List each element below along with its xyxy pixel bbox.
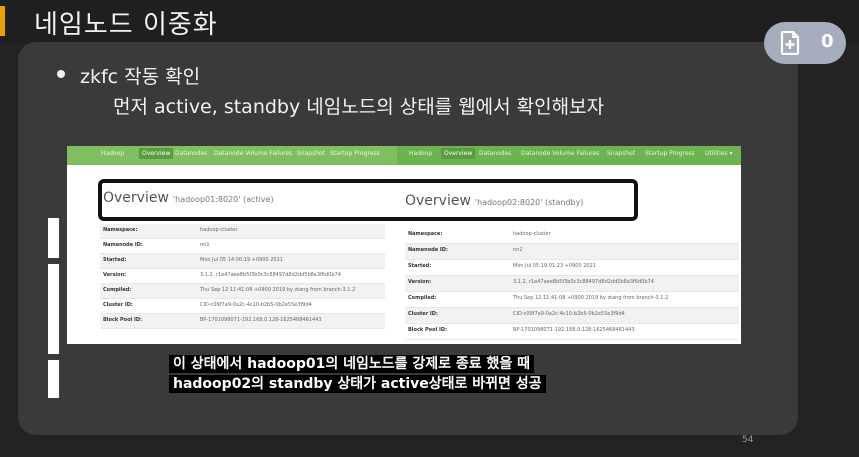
nav-snapshot: Snapshot xyxy=(297,150,326,157)
table-row: Compiled: Thu Sep 12 11:41:08 +0900 2019 … xyxy=(100,284,385,299)
table-row: Started: Mon Jul 05 14:00:19 +0900 2021 xyxy=(100,254,385,269)
row-value: hadoop-cluster xyxy=(513,231,551,237)
left-info-table: Namespace: hadoop-cluster Namenode ID: nn1… xyxy=(100,224,385,329)
nav-volume-failures: Datanode Volume Failures xyxy=(521,150,600,157)
table-row: Namespace: hadoop-cluster xyxy=(100,224,385,239)
row-value: Mon Jul 05 14:00:19 +0900 2021 xyxy=(200,257,283,263)
nav-overview: Overview xyxy=(139,148,174,159)
row-key: Compiled: xyxy=(103,287,132,293)
decorative-bar xyxy=(48,360,59,398)
row-value: Thu Sep 12 11:41:08 +0900 2019 by ztang … xyxy=(200,287,356,293)
nav-startup-progress: Startup Progress xyxy=(330,150,380,157)
slide-title: 네임노드 이중화 xyxy=(34,10,218,40)
table-row: Cluster ID: CID-c09f7a9-0a2c-4c10-b2b5-0b… xyxy=(100,299,385,314)
row-key: Namespace: xyxy=(408,231,443,237)
bullet-marker xyxy=(57,70,65,78)
hadoop-ui-screenshot: Hadoop Overview Datanodes Datanode Volum… xyxy=(67,146,741,344)
row-value: nn1 xyxy=(200,242,210,248)
table-row: Namenode ID: nn1 xyxy=(100,239,385,254)
nav-datanodes: Datanodes xyxy=(479,150,512,157)
nav-brand: Hadoop xyxy=(409,150,433,157)
row-value: nn2 xyxy=(513,247,523,253)
row-key: Cluster ID: xyxy=(103,302,133,308)
nav-volume-failures: Datanode Volume Failures xyxy=(214,150,293,157)
row-key: Version: xyxy=(103,272,127,278)
nav-datanodes: Datanodes xyxy=(175,150,208,157)
row-value: Mon Jul 05 19:01:23 +0900 2021 xyxy=(513,263,596,269)
table-row: Version: 3.1.2, r1e47aee8b5f3b0c3c88497d8… xyxy=(405,276,739,292)
table-row: Namespace: hadoop-cluster xyxy=(405,228,739,244)
right-info-table: Namespace: hadoop-cluster Namenode ID: nn2… xyxy=(405,228,739,340)
nav-utilities: Utilities ▾ xyxy=(705,150,733,157)
row-key: Started: xyxy=(103,257,127,263)
table-row: Block Pool ID: BP-1701098071-192.168.0.12… xyxy=(100,314,385,329)
row-key: Namenode ID: xyxy=(408,247,448,253)
table-row: Cluster ID: CID-c09f7a9-0a2c-4c10-b2b5-0b… xyxy=(405,308,739,324)
row-key: Namenode ID: xyxy=(103,242,143,248)
row-value: CID-c09f7a9-0a2c-4c10-b2b5-0b2e55e3f9d4 xyxy=(513,311,625,317)
row-value: 3.1.2, r1e47aee8b5f3b0c3c88497d8d2dd5b8a… xyxy=(200,272,341,278)
badge-count: 0 xyxy=(821,31,834,52)
table-row: Block Pool ID: BP-1701098071-192.168.0.12… xyxy=(405,324,739,340)
row-key: Started: xyxy=(408,263,432,269)
caption-line-2: hadoop02의 standby 상태가 active상태로 바뀌면 성공 xyxy=(169,375,546,393)
left-navbar: Hadoop Overview Datanodes Datanode Volum… xyxy=(67,146,404,165)
row-key: Cluster ID: xyxy=(408,311,438,317)
nav-brand: Hadoop xyxy=(101,150,125,157)
row-value: 3.1.2, r1e47aee8b5f3b0c3c88497d8d2dd5b8a… xyxy=(513,279,654,285)
nav-overview: Overview xyxy=(441,148,476,159)
caption-line-1: 이 상태에서 hadoop01의 네임노드를 강제로 종료 했을 때 xyxy=(169,355,535,373)
decorative-bar xyxy=(48,218,59,258)
table-row: Compiled: Thu Sep 12 11:41:08 +0900 2019 … xyxy=(405,292,739,308)
row-key: Block Pool ID: xyxy=(408,327,447,333)
row-value: BP-1701098071-192.168.0.128-162546846144… xyxy=(513,327,635,333)
bullet-subtext: 먼저 active, standby 네임노드의 상태를 웹에서 확인해보자 xyxy=(113,96,605,118)
page-number: 54 xyxy=(742,435,754,445)
row-key: Block Pool ID: xyxy=(103,317,142,323)
row-key: Compiled: xyxy=(408,295,437,301)
table-row: Namenode ID: nn2 xyxy=(405,244,739,260)
row-value: CID-c09f7a9-0a2c-4c10-b2b5-0b2e55e3f9d4 xyxy=(200,302,312,308)
table-row: Started: Mon Jul 05 19:01:23 +0900 2021 xyxy=(405,260,739,276)
add-document-icon xyxy=(780,31,800,55)
row-value: BP-1701098071-192.168.0.128-162546846144… xyxy=(200,317,322,323)
row-key: Version: xyxy=(408,279,432,285)
highlight-box xyxy=(98,179,638,221)
nav-startup-progress: Startup Progress xyxy=(645,150,695,157)
row-key: Namespace: xyxy=(103,227,138,233)
add-document-button[interactable]: 0 xyxy=(764,22,846,64)
title-accent xyxy=(0,6,5,36)
row-value: hadoop-cluster xyxy=(200,227,238,233)
row-value: Thu Sep 12 11:41:08 +0900 2019 by ztang … xyxy=(513,295,669,301)
right-navbar: Hadoop Overview Datanodes Datanode Volum… xyxy=(397,146,741,165)
bullet-text: zkfc 작동 확인 xyxy=(80,66,201,88)
decorative-bar xyxy=(48,264,59,354)
nav-snapshot: Snapshot xyxy=(607,150,636,157)
table-row: Version: 3.1.2, r1e47aee8b5f3b0c3c88497d8… xyxy=(100,269,385,284)
